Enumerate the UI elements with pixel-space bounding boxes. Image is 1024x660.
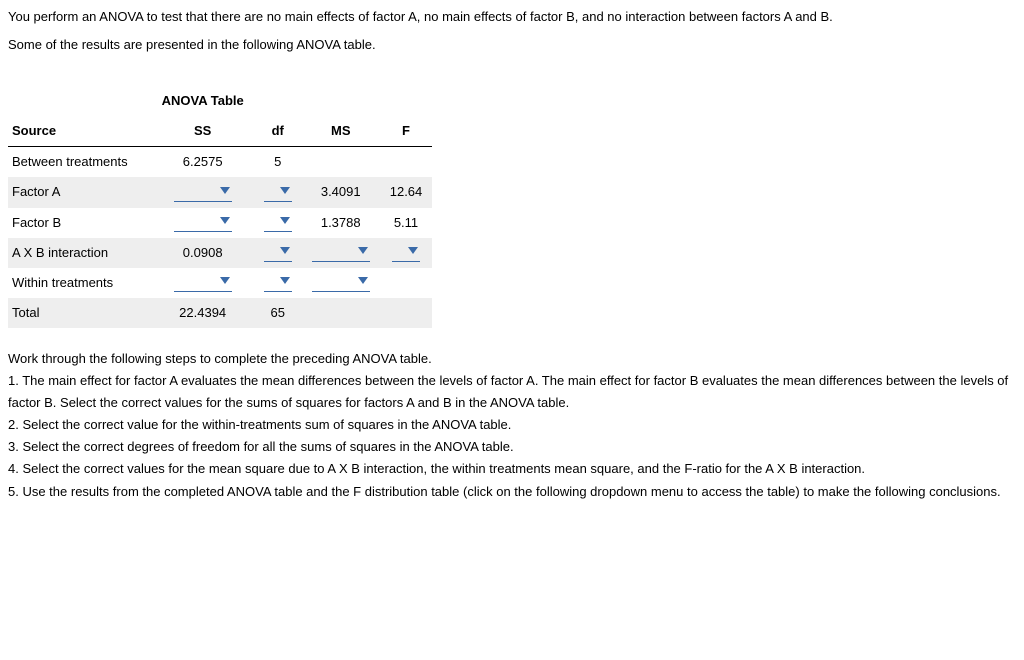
- step-1: 1. The main effect for factor A evaluate…: [8, 370, 1016, 414]
- dropdown-factor-b-df[interactable]: [264, 215, 292, 232]
- col-ss: SS: [152, 116, 254, 147]
- dropdown-factor-b-ss[interactable]: [174, 215, 232, 232]
- chevron-down-icon: [280, 277, 290, 284]
- col-source: Source: [8, 116, 152, 147]
- cell-factor-a-source: Factor A: [8, 177, 152, 207]
- step-2: 2. Select the correct value for the with…: [8, 414, 1016, 436]
- cell-total-source: Total: [8, 298, 152, 328]
- step-4: 4. Select the correct values for the mea…: [8, 458, 1016, 480]
- step-5: 5. Use the results from the completed AN…: [8, 481, 1016, 503]
- cell-total-df: 65: [254, 298, 302, 328]
- steps-lead: Work through the following steps to comp…: [8, 348, 1016, 370]
- intro-line-2: Some of the results are presented in the…: [8, 34, 1016, 56]
- step-3: 3. Select the correct degrees of freedom…: [8, 436, 1016, 458]
- dropdown-within-ms[interactable]: [312, 275, 370, 292]
- chevron-down-icon: [280, 247, 290, 254]
- dropdown-interaction-ms[interactable]: [312, 245, 370, 262]
- cell-interaction-ss: 0.0908: [152, 238, 254, 268]
- anova-table-title: ANOVA Table: [152, 86, 254, 116]
- chevron-down-icon: [220, 217, 230, 224]
- dropdown-within-df[interactable]: [264, 275, 292, 292]
- cell-within-source: Within treatments: [8, 268, 152, 298]
- cell-factor-b-source: Factor B: [8, 208, 152, 238]
- chevron-down-icon: [220, 187, 230, 194]
- dropdown-interaction-df[interactable]: [264, 245, 292, 262]
- chevron-down-icon: [408, 247, 418, 254]
- dropdown-factor-a-df[interactable]: [264, 185, 292, 202]
- intro-line-1: You perform an ANOVA to test that there …: [8, 6, 1016, 28]
- cell-between-df: 5: [254, 147, 302, 178]
- dropdown-factor-a-ss[interactable]: [174, 185, 232, 202]
- chevron-down-icon: [280, 187, 290, 194]
- row-factor-b: Factor B 1.3788 5.11: [8, 208, 432, 238]
- row-total: Total 22.4394 65: [8, 298, 432, 328]
- cell-total-ss: 22.4394: [152, 298, 254, 328]
- cell-factor-a-f: 12.64: [380, 177, 433, 207]
- steps-section: Work through the following steps to comp…: [8, 348, 1016, 503]
- col-ms: MS: [302, 116, 380, 147]
- row-factor-a: Factor A 3.4091 12.64: [8, 177, 432, 207]
- chevron-down-icon: [358, 277, 368, 284]
- chevron-down-icon: [358, 247, 368, 254]
- row-interaction: A X B interaction 0.0908: [8, 238, 432, 268]
- chevron-down-icon: [280, 217, 290, 224]
- dropdown-within-ss[interactable]: [174, 275, 232, 292]
- anova-table: ANOVA Table Source SS df MS F Between tr…: [8, 86, 432, 328]
- row-within: Within treatments: [8, 268, 432, 298]
- anova-table-wrap: ANOVA Table Source SS df MS F Between tr…: [8, 86, 1016, 328]
- cell-factor-b-ms: 1.3788: [302, 208, 380, 238]
- intro-text: You perform an ANOVA to test that there …: [8, 6, 1016, 56]
- cell-between-source: Between treatments: [8, 147, 152, 178]
- anova-header-row: Source SS df MS F: [8, 116, 432, 147]
- dropdown-interaction-f[interactable]: [392, 245, 420, 262]
- cell-between-ss: 6.2575: [152, 147, 254, 178]
- cell-factor-b-f: 5.11: [380, 208, 433, 238]
- col-df: df: [254, 116, 302, 147]
- row-between: Between treatments 6.2575 5: [8, 147, 432, 178]
- cell-interaction-source: A X B interaction: [8, 238, 152, 268]
- col-f: F: [380, 116, 433, 147]
- chevron-down-icon: [220, 277, 230, 284]
- cell-factor-a-ms: 3.4091: [302, 177, 380, 207]
